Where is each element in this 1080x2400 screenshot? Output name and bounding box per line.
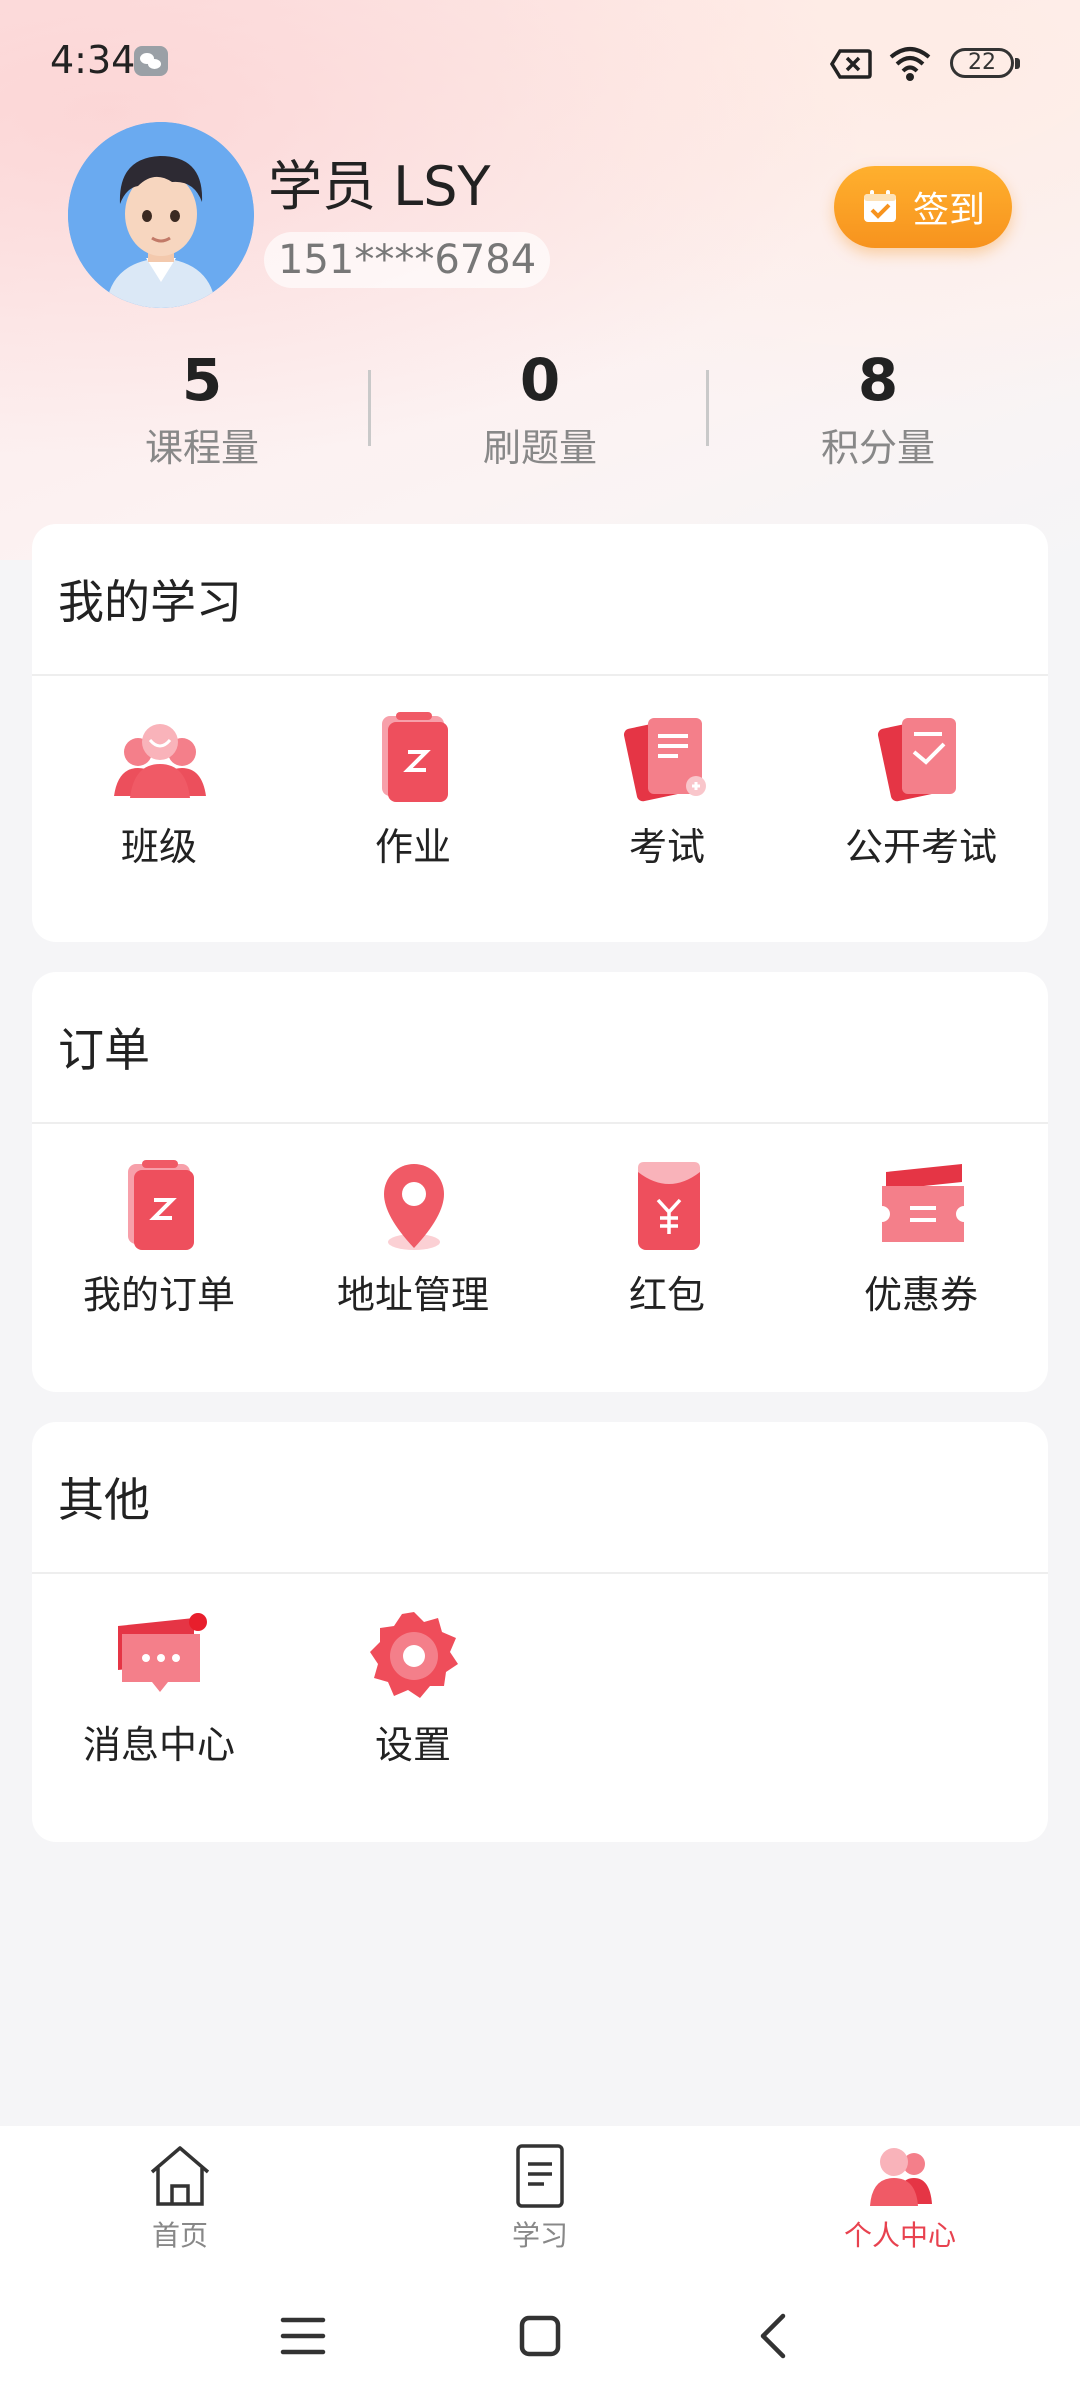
menu-item-label: 考试 — [628, 825, 705, 869]
signin-label: 签到 — [912, 190, 985, 231]
wechat-notification-icon — [134, 46, 168, 76]
stat-value: 5 — [181, 346, 223, 414]
tab-label: 学习 — [511, 2219, 568, 2252]
message-bubble-icon — [118, 1613, 207, 1692]
group-icon — [114, 724, 206, 798]
menu-item-label: 消息中心 — [82, 1723, 235, 1767]
stats-row: 5 课程量 0 刷题量 8 积分量 — [0, 340, 1080, 490]
menu-icon[interactable] — [273, 2306, 333, 2366]
menu-item-class[interactable]: 班级 — [32, 704, 286, 874]
back-icon[interactable] — [745, 2306, 805, 2366]
menu-item-label: 我的订单 — [82, 1273, 235, 1317]
menu-item-address[interactable]: 地址管理 — [286, 1152, 540, 1322]
system-nav-bar — [0, 2276, 1080, 2400]
tab-label: 个人中心 — [843, 2219, 956, 2252]
tab-study[interactable]: 学习 — [360, 2126, 720, 2276]
exam-paper-icon — [623, 718, 706, 802]
coupon-icon — [882, 1164, 964, 1242]
menu-item-red-packet[interactable]: 红包 — [540, 1152, 794, 1322]
user-phone: 151****6784 — [264, 232, 551, 288]
status-bar: 4:34 22 — [0, 0, 1080, 120]
other-card: 其他 消息中心 设置 — [32, 1422, 1048, 1842]
menu-item-settings[interactable]: 设置 — [286, 1602, 540, 1772]
stat-divider — [368, 370, 371, 446]
avatar-illustration — [68, 122, 254, 308]
user-name: 学员 LSY — [268, 155, 491, 218]
user-group-icon — [870, 2148, 932, 2206]
card-title: 其他 — [58, 1473, 150, 1527]
wifi-icon — [889, 47, 931, 81]
tab-label: 首页 — [151, 2219, 208, 2252]
card-title: 我的学习 — [58, 575, 242, 629]
battery-indicator: 22 — [950, 48, 1020, 78]
exam-check-icon — [877, 718, 956, 802]
card-divider — [32, 674, 1048, 676]
menu-item-homework[interactable]: 作业 — [286, 704, 540, 874]
stat-questions[interactable]: 0 刷题量 — [390, 340, 690, 476]
calendar-check-icon — [863, 190, 896, 222]
order-list-icon — [128, 1160, 194, 1250]
menu-item-messages[interactable]: 消息中心 — [32, 1602, 286, 1772]
tab-home[interactable]: 首页 — [0, 2126, 360, 2276]
stat-value: 0 — [519, 346, 561, 414]
card-divider — [32, 1122, 1048, 1124]
menu-item-label: 优惠券 — [863, 1273, 978, 1317]
menu-item-exam[interactable]: 考试 — [540, 704, 794, 874]
bottom-tab-bar: 首页 学习 个人中心 — [0, 2126, 1080, 2276]
card-title: 订单 — [58, 1023, 150, 1077]
menu-item-label: 作业 — [374, 825, 451, 869]
stat-label: 刷题量 — [482, 426, 597, 470]
menu-item-my-orders[interactable]: 我的订单 — [32, 1152, 286, 1322]
avatar[interactable] — [68, 122, 254, 308]
status-time: 4:34 — [50, 38, 136, 82]
tab-profile[interactable]: 个人中心 — [720, 2126, 1080, 2276]
menu-item-label: 公开考试 — [844, 825, 997, 869]
menu-item-public-exam[interactable]: 公开考试 — [794, 704, 1048, 874]
study-card: 我的学习 班级 作业 考试 公开考试 — [32, 524, 1048, 942]
menu-item-label: 设置 — [374, 1723, 451, 1767]
signin-button[interactable]: 签到 — [834, 166, 1012, 248]
location-pin-icon — [384, 1164, 444, 1250]
orders-card: 订单 我的订单 地址管理 红包 优惠券 — [32, 972, 1048, 1392]
stat-courses[interactable]: 5 课程量 — [52, 340, 352, 476]
menu-item-label: 红包 — [628, 1273, 705, 1317]
home-square-icon[interactable] — [510, 2306, 570, 2366]
card-divider — [32, 1572, 1048, 1574]
stat-label: 积分量 — [820, 426, 935, 470]
menu-item-coupon[interactable]: 优惠券 — [794, 1152, 1048, 1322]
gear-icon — [370, 1612, 458, 1698]
stat-label: 课程量 — [144, 426, 259, 470]
menu-item-label: 班级 — [120, 825, 197, 869]
menu-item-label: 地址管理 — [336, 1273, 489, 1317]
stat-points[interactable]: 8 积分量 — [728, 340, 1028, 476]
notebook-icon — [382, 712, 448, 802]
home-icon — [150, 2146, 210, 2206]
stat-divider — [706, 370, 709, 446]
no-sim-icon — [830, 49, 872, 79]
stat-value: 8 — [857, 346, 899, 414]
red-packet-icon — [638, 1162, 700, 1250]
document-icon — [516, 2144, 564, 2208]
